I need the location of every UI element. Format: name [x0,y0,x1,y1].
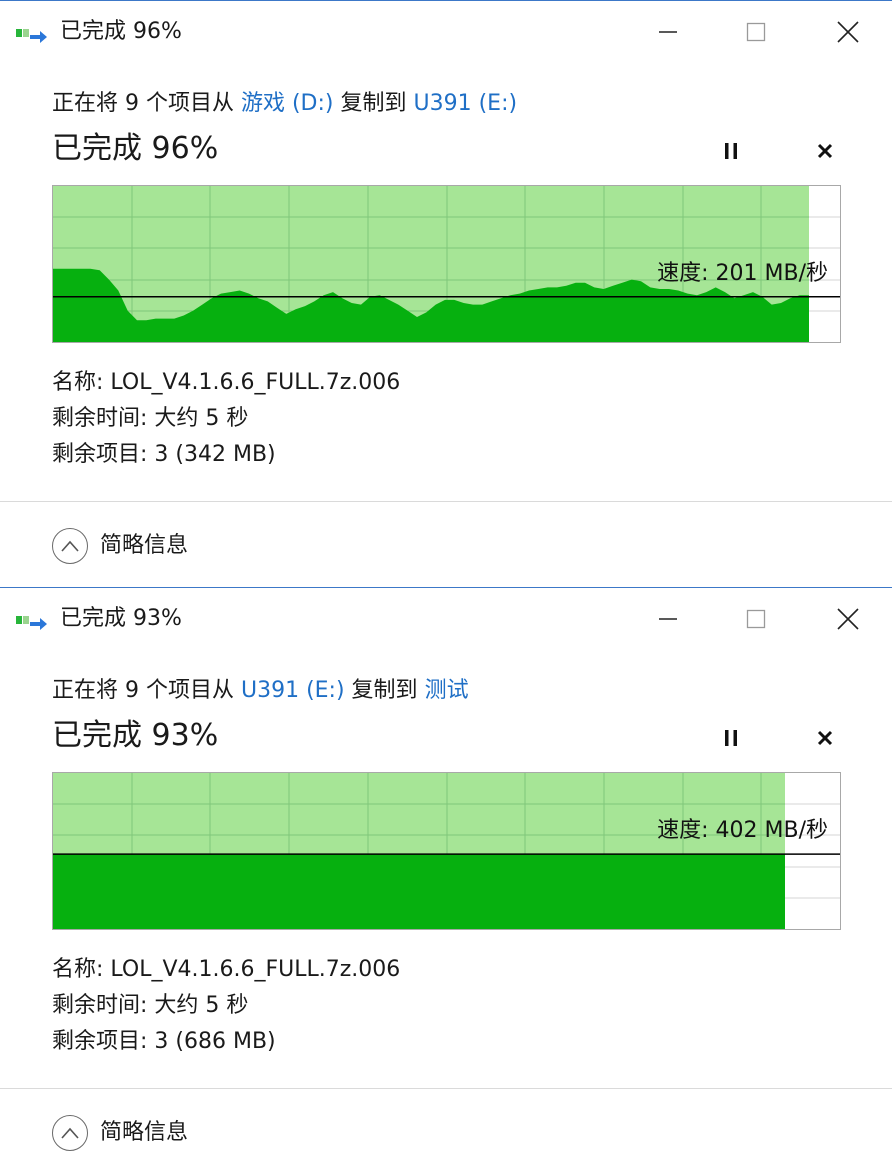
copy-prefix-text: 正在将 9 个项目从 [52,91,241,116]
title-bar[interactable]: 已完成 96% [0,1,892,63]
copy-description: 正在将 9 个项目从 U391 (E:) 复制到 测试 [52,674,469,708]
copy-transfer-icon [16,29,47,43]
speed-graph: 速度: 201 MB/秒 [52,185,841,343]
collapse-details-button[interactable] [52,1115,88,1151]
title-bar[interactable]: 已完成 93% [0,588,892,650]
details-section: 名称: LOL_V4.1.6.6_FULL.7z.006 剩余时间: 大约 5 … [52,952,400,1060]
speed-history-area [53,854,785,929]
file-name-value: LOL_V4.1.6.6_FULL.7z.006 [110,957,401,982]
source-link[interactable]: 游戏 (D:) [241,91,334,116]
window-title: 已完成 96% [60,19,182,44]
progress-percent: 已完成 93% [52,718,219,753]
chevron-up-icon [61,540,79,552]
dialog-footer: 简略信息 [0,502,892,586]
speed-graph: 速度: 402 MB/秒 [52,772,841,930]
maximize-button[interactable] [728,11,784,53]
copy-transfer-icon [16,616,47,630]
copy-prefix-text: 正在将 9 个项目从 [52,678,241,703]
source-link[interactable]: U391 (E:) [241,678,345,703]
file-name-row: 名称: LOL_V4.1.6.6_FULL.7z.006 [52,365,400,401]
items-remaining-label: 剩余项目: [52,442,155,467]
destination-link[interactable]: U391 (E:) [414,91,518,116]
time-remaining-value: 大约 5 秒 [154,993,249,1018]
maximize-icon [746,609,766,629]
chevron-up-icon [61,1127,79,1139]
collapse-details-button[interactable] [52,528,88,564]
time-remaining-row: 剩余时间: 大约 5 秒 [52,401,400,437]
speed-label: 速度: 402 MB/秒 [657,818,828,843]
minimize-button[interactable] [640,11,696,53]
time-remaining-value: 大约 5 秒 [154,406,249,431]
copy-description: 正在将 9 个项目从 游戏 (D:) 复制到 U391 (E:) [52,87,517,121]
copy-dialog: 已完成 93% 正在将 9 个项目从 U391 (E:) 复制到 测试 已完成 … [0,587,892,1173]
dialog-footer: 简略信息 [0,1089,892,1173]
minimize-icon [659,618,677,620]
destination-link[interactable]: 测试 [425,678,469,703]
cancel-button[interactable] [804,133,846,169]
copy-middle-text: 复制到 [344,678,425,703]
copy-middle-text: 复制到 [333,91,414,116]
close-window-button[interactable] [820,11,876,53]
close-icon [837,608,859,630]
pause-button[interactable] [710,133,752,169]
time-remaining-label: 剩余时间: [52,993,155,1018]
progress-percent: 已完成 96% [52,131,219,166]
cancel-icon [817,143,833,159]
file-name-value: LOL_V4.1.6.6_FULL.7z.006 [110,370,401,395]
file-name-label: 名称: [52,957,111,982]
file-name-label: 名称: [52,370,111,395]
collapse-details-label[interactable]: 简略信息 [100,530,188,562]
items-remaining-label: 剩余项目: [52,1029,155,1054]
items-remaining-value: 3 (342 MB) [154,442,276,467]
items-remaining-row: 剩余项目: 3 (342 MB) [52,437,400,473]
pause-icon [725,143,737,159]
file-name-row: 名称: LOL_V4.1.6.6_FULL.7z.006 [52,952,400,988]
pause-button[interactable] [710,720,752,756]
items-remaining-row: 剩余项目: 3 (686 MB) [52,1024,400,1060]
details-section: 名称: LOL_V4.1.6.6_FULL.7z.006 剩余时间: 大约 5 … [52,365,400,473]
cancel-button[interactable] [804,720,846,756]
time-remaining-row: 剩余时间: 大约 5 秒 [52,988,400,1024]
close-icon [837,21,859,43]
minimize-button[interactable] [640,598,696,640]
minimize-icon [659,31,677,33]
collapse-details-label[interactable]: 简略信息 [100,1117,188,1149]
time-remaining-label: 剩余时间: [52,406,155,431]
maximize-icon [746,22,766,42]
close-window-button[interactable] [820,598,876,640]
maximize-button[interactable] [728,598,784,640]
items-remaining-value: 3 (686 MB) [154,1029,276,1054]
window-title: 已完成 93% [60,606,182,631]
pause-icon [725,730,737,746]
speed-label: 速度: 201 MB/秒 [657,261,828,286]
cancel-icon [817,730,833,746]
speed-graph-canvas [53,773,840,929]
copy-dialog: 已完成 96% 正在将 9 个项目从 游戏 (D:) 复制到 U391 (E:)… [0,0,892,586]
